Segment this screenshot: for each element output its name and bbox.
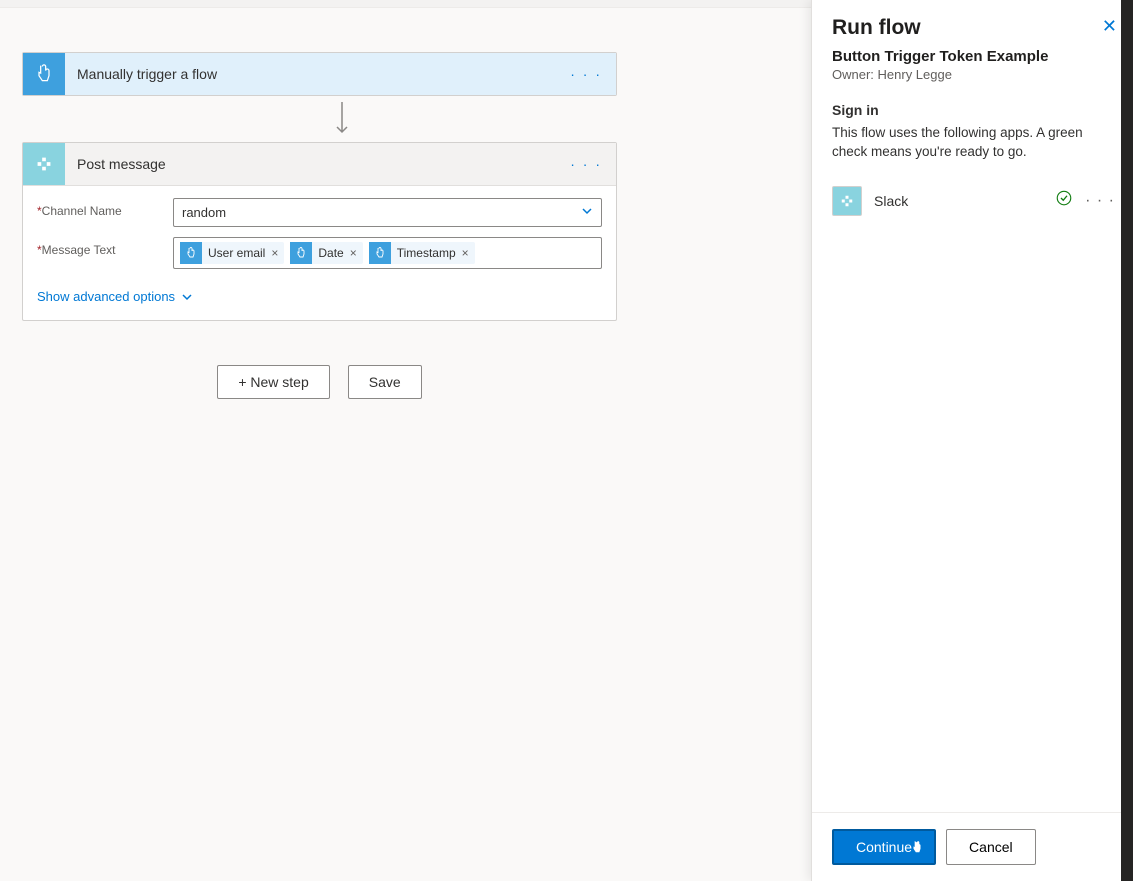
message-text-label: *Message Text — [37, 237, 173, 257]
token-date[interactable]: Date × — [290, 242, 362, 264]
cursor-pointer-icon — [910, 839, 924, 858]
chevron-down-icon — [581, 205, 593, 220]
panel-title: Run flow — [832, 16, 1115, 40]
run-flow-panel: ✕ Run flow Button Trigger Token Example … — [811, 0, 1133, 881]
message-text-input[interactable]: User email × Date × Timestamp — [173, 237, 602, 269]
token-remove-icon[interactable]: × — [462, 246, 469, 260]
signin-description: This flow uses the following apps. A gre… — [832, 124, 1115, 162]
channel-name-label: *Channel Name — [37, 198, 173, 218]
window-border — [1121, 0, 1133, 881]
owner-label: Owner: Henry Legge — [832, 67, 1115, 82]
connection-name: Slack — [874, 193, 1043, 209]
continue-button[interactable]: Continue — [832, 829, 936, 865]
manual-trigger-icon — [23, 53, 65, 95]
new-step-button[interactable]: + New step — [217, 365, 329, 399]
check-circle-icon — [1055, 189, 1073, 212]
slack-connection-icon — [832, 186, 862, 216]
slack-icon — [23, 143, 65, 185]
connection-menu-icon[interactable]: · · · — [1085, 192, 1115, 210]
token-timestamp[interactable]: Timestamp × — [369, 242, 475, 264]
show-advanced-options-link[interactable]: Show advanced options — [37, 289, 193, 304]
connection-row-slack: Slack · · · — [832, 186, 1115, 216]
token-user-email[interactable]: User email × — [180, 242, 284, 264]
post-message-card[interactable]: Post message · · · *Channel Name random … — [22, 142, 617, 321]
action-title: Post message — [65, 156, 556, 172]
token-remove-icon[interactable]: × — [271, 246, 278, 260]
action-menu-icon[interactable]: · · · — [556, 156, 616, 172]
channel-name-select[interactable]: random — [173, 198, 602, 227]
token-remove-icon[interactable]: × — [350, 246, 357, 260]
signin-heading: Sign in — [832, 102, 1115, 118]
close-icon[interactable]: ✕ — [1102, 16, 1117, 37]
button-trigger-icon — [369, 242, 391, 264]
chevron-down-icon — [181, 291, 193, 303]
button-trigger-icon — [180, 242, 202, 264]
flow-canvas: Manually trigger a flow · · · Post messa… — [0, 8, 808, 881]
trigger-menu-icon[interactable]: · · · — [556, 66, 616, 82]
channel-name-value: random — [182, 205, 226, 220]
save-button[interactable]: Save — [348, 365, 422, 399]
button-trigger-icon — [290, 242, 312, 264]
panel-footer: Continue Cancel — [812, 812, 1133, 881]
trigger-card[interactable]: Manually trigger a flow · · · — [22, 52, 617, 96]
flow-name: Button Trigger Token Example — [832, 48, 1115, 65]
flow-arrow — [44, 96, 639, 142]
trigger-title: Manually trigger a flow — [65, 66, 556, 82]
cancel-button[interactable]: Cancel — [946, 829, 1036, 865]
